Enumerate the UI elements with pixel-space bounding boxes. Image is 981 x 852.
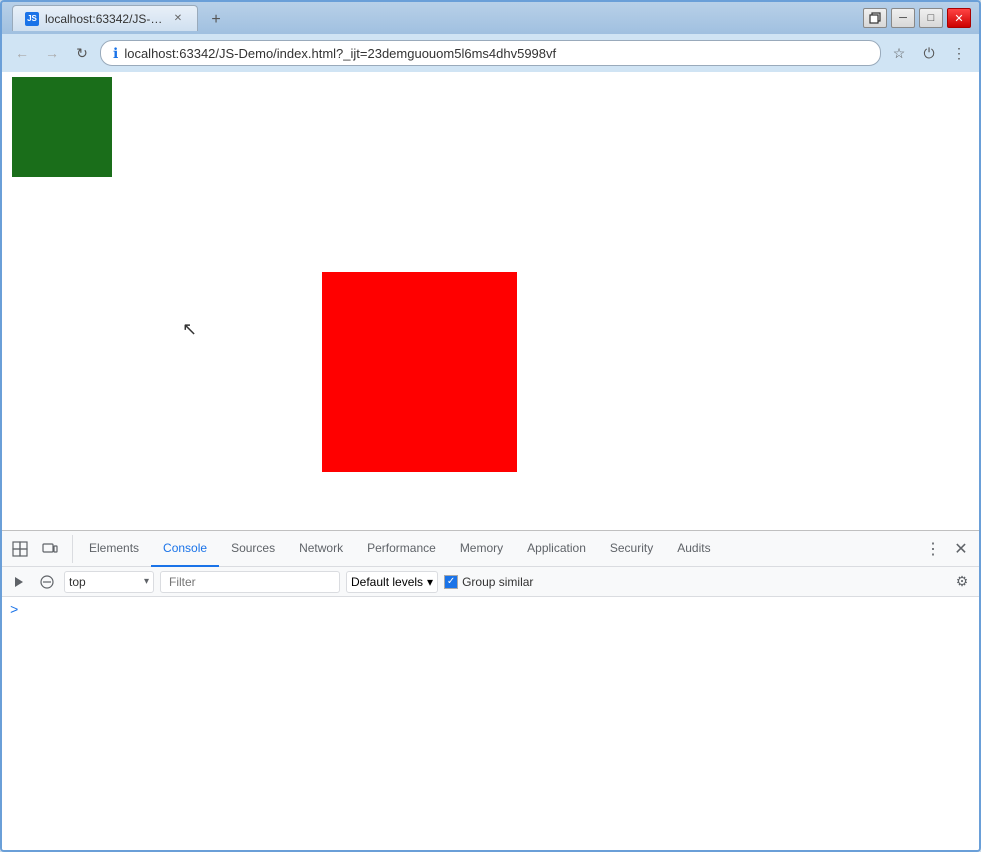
tab-console[interactable]: Console (151, 531, 219, 567)
back-button[interactable]: ← (10, 41, 34, 65)
red-box (322, 272, 517, 472)
power-button[interactable]: ⏻ (917, 41, 941, 65)
tab-application[interactable]: Application (515, 531, 598, 567)
new-tab-button[interactable]: + (202, 9, 230, 31)
checkbox-checkmark: ✓ (447, 576, 455, 587)
context-value: top (69, 575, 140, 589)
url-text: localhost:63342/JS-Demo/index.html?_ijt=… (124, 46, 868, 61)
bookmark-button[interactable]: ☆ (887, 41, 911, 65)
minimize-button[interactable]: ─ (891, 8, 915, 28)
tab-favicon: JS (25, 12, 39, 26)
devtools-tab-bar: Elements Console Sources Network Perform… (2, 531, 979, 567)
address-bar: ← → ↻ ℹ localhost:63342/JS-Demo/index.ht… (2, 34, 979, 72)
console-prompt-line[interactable]: > (2, 601, 979, 621)
tab-security[interactable]: Security (598, 531, 665, 567)
group-similar-label: Group similar (462, 575, 533, 589)
clear-console-button[interactable] (36, 571, 58, 593)
inspect-element-button[interactable] (6, 535, 34, 563)
browser-content: ↖ (2, 72, 979, 530)
browser-tab[interactable]: JS localhost:63342/JS-De... ✕ (12, 5, 198, 31)
console-prompt-arrow: > (10, 603, 18, 619)
tab-close-button[interactable]: ✕ (171, 12, 185, 26)
levels-dropdown-icon: ▾ (427, 575, 433, 589)
refresh-button[interactable]: ↻ (70, 41, 94, 65)
context-selector[interactable]: top ▾ (64, 571, 154, 593)
window-controls: ─ □ ✕ (863, 8, 971, 28)
devtools-icon-buttons (6, 535, 73, 563)
tab-audits[interactable]: Audits (665, 531, 722, 567)
mouse-cursor: ↖ (182, 320, 197, 338)
tab-elements[interactable]: Elements (77, 531, 151, 567)
forward-button[interactable]: → (40, 41, 64, 65)
tab-memory[interactable]: Memory (448, 531, 515, 567)
log-levels-selector[interactable]: Default levels ▾ (346, 571, 438, 593)
tab-performance[interactable]: Performance (355, 531, 448, 567)
group-similar-checkbox[interactable]: ✓ (444, 575, 458, 589)
console-content: > (2, 597, 979, 850)
browser-window: JS localhost:63342/JS-De... ✕ + ─ □ ✕ ← … (0, 0, 981, 852)
run-script-button[interactable] (8, 571, 30, 593)
maximize-button[interactable]: □ (919, 8, 943, 28)
device-mode-button[interactable] (36, 535, 64, 563)
devtools-close-button[interactable]: ✕ (947, 535, 975, 563)
close-button[interactable]: ✕ (947, 8, 971, 28)
tab-bar: JS localhost:63342/JS-De... ✕ + (8, 5, 973, 31)
tab-label: localhost:63342/JS-De... (45, 12, 165, 26)
console-toolbar: top ▾ Default levels ▾ ✓ Group similar ⚙ (2, 567, 979, 597)
address-input[interactable]: ℹ localhost:63342/JS-Demo/index.html?_ij… (100, 40, 881, 66)
secure-icon: ℹ (113, 45, 118, 62)
devtools-panel: Elements Console Sources Network Perform… (2, 530, 979, 850)
tab-network[interactable]: Network (287, 531, 355, 567)
title-bar: JS localhost:63342/JS-De... ✕ + ─ □ ✕ (2, 2, 979, 34)
tab-sources[interactable]: Sources (219, 531, 287, 567)
levels-label: Default levels (351, 575, 423, 589)
group-similar-option[interactable]: ✓ Group similar (444, 575, 533, 589)
more-tabs-button[interactable]: ⋮ (919, 535, 947, 563)
green-box (12, 77, 112, 177)
console-filter-input[interactable] (160, 571, 340, 593)
menu-button[interactable]: ⋮ (947, 41, 971, 65)
context-dropdown-icon: ▾ (144, 576, 149, 587)
restore-button[interactable] (863, 8, 887, 28)
console-settings-button[interactable]: ⚙ (951, 571, 973, 593)
